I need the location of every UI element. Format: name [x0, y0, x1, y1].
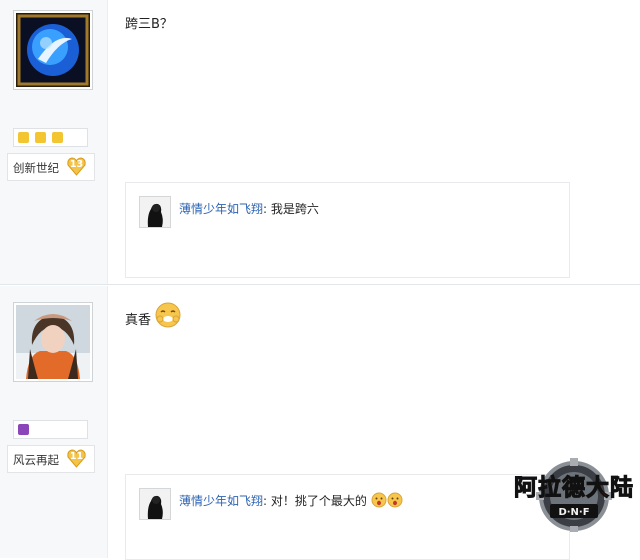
author-name[interactable]: 风云再起: [13, 452, 59, 468]
silhouette-avatar-icon: [140, 197, 170, 227]
level-number: 13: [69, 159, 84, 170]
surprised-emoji-icon: [387, 492, 403, 508]
reply-text: 我是跨六: [270, 202, 319, 216]
reply-username[interactable]: 薄情少年如飞翔: [179, 494, 263, 508]
post-content: 跨三B？: [125, 17, 173, 32]
reply-avatar[interactable]: [139, 196, 171, 228]
silhouette-avatar-icon: [140, 489, 170, 519]
post-content: 真香: [125, 302, 181, 328]
dnf-watermark-logo: 阿拉德大陆 D·N·F: [510, 452, 638, 532]
medal-icon: [18, 132, 29, 143]
reply-line: 薄情少年如飞翔: 对！挑了个最大的: [179, 492, 403, 509]
reply-text: 对！挑了个最大的: [270, 494, 367, 508]
author-sidebar: 风云再起 11: [0, 286, 108, 558]
post-divider: [0, 284, 640, 285]
author-avatar[interactable]: [13, 10, 93, 90]
reply-avatar[interactable]: [139, 488, 171, 520]
surprised-emoji-icon: [371, 492, 387, 508]
level-heart-icon: 11: [66, 448, 87, 469]
author-sidebar: 创新世纪 13: [0, 0, 108, 284]
watermark-title: 阿拉德大陆: [514, 474, 634, 502]
reply-separator: :: [263, 202, 268, 216]
medal-icon: [52, 132, 63, 143]
reply-box: 薄情少年如飞翔: 对！挑了个最大的: [125, 474, 570, 560]
level-number: 11: [69, 451, 84, 462]
medal-badges: [13, 420, 88, 439]
reply-line: 薄情少年如飞翔: 我是跨六: [179, 200, 319, 217]
watermark-sub: D·N·F: [558, 507, 590, 518]
user-level-box: 风云再起 11: [7, 445, 95, 473]
portrait-avatar-icon: [16, 305, 90, 379]
medal-icon: [35, 132, 46, 143]
medal-icon: [18, 424, 29, 435]
author-name[interactable]: 创新世纪: [13, 160, 59, 176]
reply-separator: :: [263, 494, 268, 508]
post-text: 真香: [125, 313, 152, 328]
laugh-emoji-icon: [155, 302, 181, 328]
medal-badges: [13, 128, 88, 147]
author-avatar[interactable]: [13, 302, 93, 382]
reply-box: 薄情少年如飞翔: 我是跨六: [125, 182, 570, 278]
level-heart-icon: 13: [66, 156, 87, 177]
user-level-box: 创新世纪 13: [7, 153, 95, 181]
blue-orb-avatar-icon: [16, 13, 90, 87]
post-1: 创新世纪 13 跨三B？ 薄情少年如飞翔: 我是跨六: [0, 0, 640, 284]
reply-username[interactable]: 薄情少年如飞翔: [179, 202, 263, 216]
